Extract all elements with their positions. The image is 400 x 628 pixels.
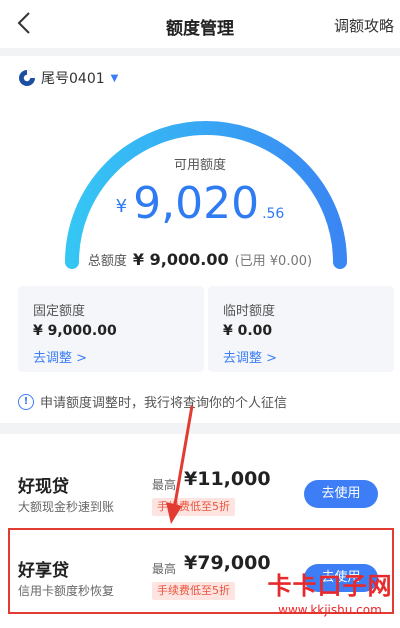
account-selector[interactable]: 尾号0401 ▼ — [18, 68, 118, 88]
header-bar: 额度管理 调额攻略 — [0, 0, 400, 48]
account-tail-number: 尾号0401 — [41, 71, 105, 87]
adjust-guide-link[interactable]: 调额攻略 — [334, 15, 394, 36]
temporary-limit-box: 临时额度 ¥ 0.00 去调整 > — [208, 286, 394, 372]
fixed-limit-value: ¥ 9,000.00 — [33, 323, 117, 339]
credit-limit-card: 尾号0401 ▼ 可用额度 ¥9,020.56 总额度 ¥ 9,000.00 (已用… — [0, 56, 400, 423]
fixed-limit-adjust-link[interactable]: 去调整 > — [33, 347, 87, 366]
available-limit-amount: ¥9,020.56 — [0, 178, 400, 229]
watermark-title: 卡卡口子网 — [267, 572, 393, 600]
loan-description: 大额现金秒速到账 — [18, 500, 115, 514]
watermark-url: www.kkjishu.com — [278, 603, 382, 617]
available-decimal: .56 — [262, 206, 285, 222]
total-limit-label: 总额度 — [87, 254, 127, 269]
available-integer: 9,020 — [133, 178, 260, 229]
use-button[interactable]: 去使用 — [304, 480, 378, 508]
currency-symbol: ¥ — [115, 196, 128, 217]
temporary-limit-label: 临时额度 — [223, 304, 276, 319]
temporary-limit-value: ¥ 0.00 — [223, 323, 273, 339]
info-icon: ! — [18, 393, 34, 410]
bank-logo-icon — [19, 70, 35, 86]
fixed-limit-box: 固定额度 ¥ 9,000.00 去调整 > — [18, 286, 204, 372]
fixed-limit-label: 固定额度 — [33, 304, 86, 319]
dropdown-caret-icon: ▼ — [110, 72, 119, 84]
total-limit-row: 总额度 ¥ 9,000.00 (已用 ¥0.00) — [0, 250, 400, 269]
watermark: 卡卡口子网 www.kkjishu.com — [262, 566, 398, 617]
temporary-limit-adjust-link[interactable]: 去调整 > — [223, 347, 277, 366]
annotation-arrow-icon — [166, 405, 194, 524]
credit-check-notice: ! 申请额度调整时，我行将查询你的个人征信 — [18, 392, 287, 411]
used-amount: (已用 ¥0.00) — [234, 254, 313, 269]
total-limit-value: ¥ 9,000.00 — [132, 250, 229, 269]
available-limit-label: 可用额度 — [173, 158, 226, 173]
loan-name: 好现贷 — [18, 477, 69, 497]
